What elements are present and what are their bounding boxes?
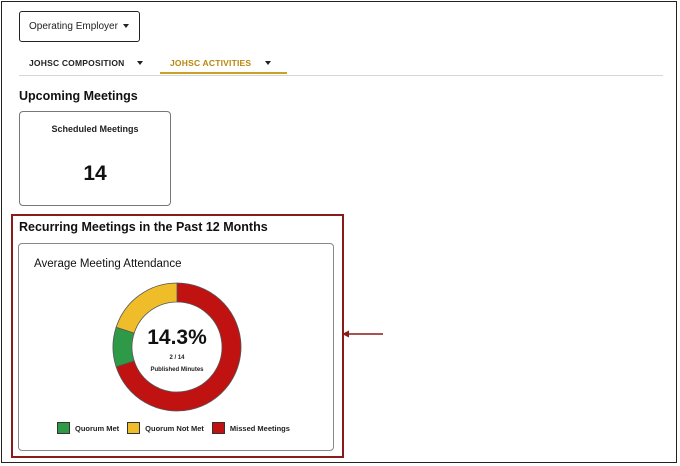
chevron-down-icon (136, 61, 143, 65)
chevron-down-icon (265, 61, 272, 65)
attendance-card: Average Meeting Attendance 14.3% 2 / 14 … (18, 243, 334, 451)
tab-bar: JOHSC COMPOSITION JOHSC ACTIVITIES (19, 55, 663, 76)
tab-johsc-activities[interactable]: JOHSC ACTIVITIES (160, 55, 287, 74)
tab-label: JOHSC COMPOSITION (29, 58, 125, 68)
tab-johsc-composition[interactable]: JOHSC COMPOSITION (29, 55, 149, 74)
legend-item-quorum-not-met[interactable]: Quorum Not Met (127, 422, 204, 434)
employer-select[interactable]: Operating Employer (19, 11, 140, 42)
tab-label: JOHSC ACTIVITIES (170, 58, 252, 68)
chart-legend: Quorum Met Quorum Not Met Missed Meeting… (57, 422, 298, 434)
legend-label: Quorum Not Met (145, 423, 204, 433)
attendance-caption: Published Minutes (150, 367, 204, 373)
employer-select-value: Operating Employer (29, 21, 118, 32)
legend-label: Quorum Met (75, 423, 120, 433)
legend-swatch (127, 422, 141, 434)
attendance-donut-chart: 14.3% 2 / 14 Published Minutes (112, 282, 242, 412)
legend-item-missed-meetings[interactable]: Missed Meetings (211, 422, 290, 434)
pointer-arrow-icon (342, 330, 383, 338)
legend-swatch (211, 422, 225, 434)
attendance-card-title: Average Meeting Attendance (34, 258, 182, 270)
legend-swatch (57, 422, 70, 434)
chevron-down-icon (123, 24, 129, 28)
scheduled-meetings-label: Scheduled Meetings (51, 124, 139, 134)
legend-label: Missed Meetings (229, 423, 290, 433)
recurring-meetings-title: Recurring Meetings in the Past 12 Months (19, 220, 268, 234)
donut-slice-quorum-met[interactable] (112, 326, 135, 368)
attendance-percent: 14.3% (147, 326, 207, 349)
scheduled-meetings-card[interactable]: Scheduled Meetings 14 (19, 111, 171, 206)
legend-item-quorum-met[interactable]: Quorum Met (57, 422, 119, 434)
attendance-ratio: 2 / 14 (169, 355, 185, 361)
scheduled-meetings-count: 14 (83, 162, 107, 185)
upcoming-meetings-title: Upcoming Meetings (19, 89, 138, 103)
